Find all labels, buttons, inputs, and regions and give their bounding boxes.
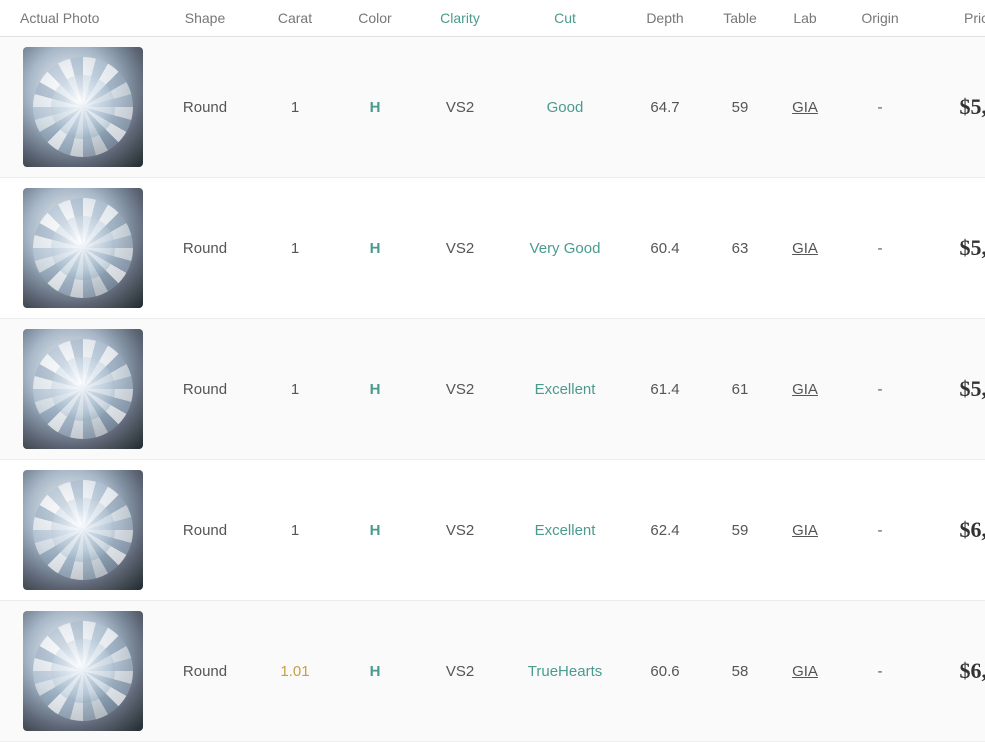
diamond-image[interactable]	[23, 470, 143, 590]
cell-color: H	[335, 240, 415, 257]
cell-table: 61	[705, 381, 775, 398]
cell-carat: 1	[255, 240, 335, 257]
cell-origin: -	[835, 663, 925, 680]
diamond-table: Actual Photo Shape Carat Color Clarity C…	[0, 0, 985, 742]
cell-shape: Round	[155, 240, 255, 257]
cell-shape: Round	[155, 99, 255, 116]
cell-carat: 1	[255, 99, 335, 116]
cell-carat: 1	[255, 381, 335, 398]
diamond-photo-cell[interactable]	[0, 329, 155, 449]
cell-lab[interactable]: GIA	[775, 99, 835, 116]
table-row: Round1HVS2Excellent62.459GIA-$6,100	[0, 460, 985, 601]
cell-table: 59	[705, 522, 775, 539]
header-origin: Origin	[835, 10, 925, 26]
cell-origin: -	[835, 99, 925, 116]
header-depth: Depth	[625, 10, 705, 26]
header-shape: Shape	[155, 10, 255, 26]
cell-lab[interactable]: GIA	[775, 522, 835, 539]
cell-lab[interactable]: GIA	[775, 240, 835, 257]
cell-cut: Excellent	[505, 522, 625, 539]
cell-origin: -	[835, 240, 925, 257]
diamond-photo-cell[interactable]	[0, 47, 155, 167]
cell-cut: Good	[505, 99, 625, 116]
cell-clarity: VS2	[415, 522, 505, 539]
diamond-image[interactable]	[23, 329, 143, 449]
cell-origin: -	[835, 522, 925, 539]
cell-clarity: VS2	[415, 240, 505, 257]
header-clarity: Clarity	[415, 10, 505, 26]
table-header: Actual Photo Shape Carat Color Clarity C…	[0, 0, 985, 37]
cell-table: 59	[705, 99, 775, 116]
cell-depth: 62.4	[625, 522, 705, 539]
cell-color: H	[335, 663, 415, 680]
cell-price: $5,670	[925, 376, 985, 402]
cell-depth: 64.7	[625, 99, 705, 116]
diamond-image[interactable]	[23, 188, 143, 308]
table-row: Round1HVS2Excellent61.461GIA-$5,670	[0, 319, 985, 460]
cell-table: 58	[705, 663, 775, 680]
header-carat: Carat	[255, 10, 335, 26]
diamond-photo-cell[interactable]	[0, 188, 155, 308]
cell-color: H	[335, 99, 415, 116]
cell-shape: Round	[155, 522, 255, 539]
cell-price: $5,240	[925, 94, 985, 120]
table-row: Round1HVS2Very Good60.463GIA-$5,430	[0, 178, 985, 319]
cell-lab[interactable]: GIA	[775, 381, 835, 398]
cell-carat: 1.01	[255, 663, 335, 680]
table-row: Round1.01HVS2TrueHearts60.658GIA-$6,850	[0, 601, 985, 742]
cell-depth: 61.4	[625, 381, 705, 398]
cell-depth: 60.4	[625, 240, 705, 257]
cell-cut: Very Good	[505, 240, 625, 257]
cell-price: $6,850	[925, 658, 985, 684]
diamond-photo-cell[interactable]	[0, 611, 155, 731]
cell-clarity: VS2	[415, 381, 505, 398]
diamond-image[interactable]	[23, 47, 143, 167]
table-row: Round1HVS2Good64.759GIA-$5,240	[0, 37, 985, 178]
header-actual-photo: Actual Photo	[0, 10, 155, 26]
diamond-image[interactable]	[23, 611, 143, 731]
cell-depth: 60.6	[625, 663, 705, 680]
cell-clarity: VS2	[415, 99, 505, 116]
cell-clarity: VS2	[415, 663, 505, 680]
header-table: Table	[705, 10, 775, 26]
table-body: Round1HVS2Good64.759GIA-$5,240Round1HVS2…	[0, 37, 985, 742]
cell-table: 63	[705, 240, 775, 257]
cell-shape: Round	[155, 381, 255, 398]
cell-color: H	[335, 522, 415, 539]
cell-color: H	[335, 381, 415, 398]
diamond-photo-cell[interactable]	[0, 470, 155, 590]
cell-carat: 1	[255, 522, 335, 539]
header-cut: Cut	[505, 10, 625, 26]
header-lab: Lab	[775, 10, 835, 26]
cell-cut: Excellent	[505, 381, 625, 398]
cell-shape: Round	[155, 663, 255, 680]
header-price: Price	[925, 10, 985, 26]
cell-origin: -	[835, 381, 925, 398]
cell-cut: TrueHearts	[505, 663, 625, 680]
header-color: Color	[335, 10, 415, 26]
cell-price: $5,430	[925, 235, 985, 261]
cell-price: $6,100	[925, 517, 985, 543]
cell-lab[interactable]: GIA	[775, 663, 835, 680]
